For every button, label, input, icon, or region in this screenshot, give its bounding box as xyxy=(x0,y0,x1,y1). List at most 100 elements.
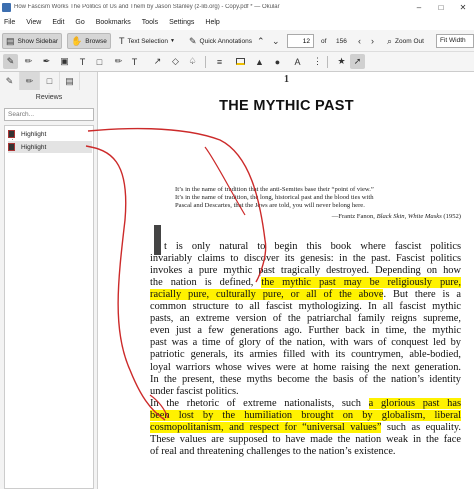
shape-icon[interactable]: ◇ xyxy=(168,54,183,69)
toolbar-separator xyxy=(205,56,206,68)
sidebar-icon: ▤ xyxy=(6,35,15,46)
highlight-annotation-icon xyxy=(8,130,15,138)
body-line: racially pure, culturally pure, or all o… xyxy=(150,289,461,301)
next-page-button[interactable]: ⌄ xyxy=(269,33,286,49)
fill-color-icon[interactable]: ▲ xyxy=(252,54,267,69)
menu-help[interactable]: Help xyxy=(205,19,219,26)
quick-annotations-button[interactable]: ✎ Quick Annotations xyxy=(186,33,255,49)
typewriter-icon[interactable]: T xyxy=(75,54,90,69)
body-text-span: These values are supposed to have made t… xyxy=(150,433,461,445)
show-sidebar-button[interactable]: ▤ Show Sidebar xyxy=(2,33,62,49)
body-text-span: of real and threatening challenges to th… xyxy=(150,445,396,457)
body-text-span: . But there is a xyxy=(383,289,461,301)
document-page[interactable]: 1 THE MYTHIC PAST It’s in the name of tr… xyxy=(99,72,474,489)
menu-view[interactable]: View xyxy=(26,19,41,26)
toolbar-separator xyxy=(327,56,328,68)
close-button[interactable]: ✕ xyxy=(452,3,474,12)
bookmarks-icon[interactable]: □ xyxy=(40,72,60,90)
pen-icon: ✎ xyxy=(189,35,197,46)
chevron-right-icon: › xyxy=(371,36,374,46)
note-icon[interactable]: ▣ xyxy=(57,54,72,69)
review-item-highlight-2[interactable]: Highlight xyxy=(8,141,92,153)
attribution-prefix: —Frantz Fanon, xyxy=(331,213,377,220)
color-icon[interactable] xyxy=(233,54,248,69)
highlighted-text: cosmopolitanism, and respect for “univer… xyxy=(150,421,382,433)
highlighted-text: racially pure, culturally pure, or all o… xyxy=(150,289,384,301)
chapter-title: THE MYTHIC PAST xyxy=(219,98,354,114)
highlighter-pen-icon[interactable]: ✏ xyxy=(111,54,126,69)
more-options-icon[interactable]: ⋮ xyxy=(310,54,325,69)
okular-app-icon xyxy=(2,2,11,12)
line-width-icon[interactable]: ≡ xyxy=(212,54,227,69)
review-item-highlight-1[interactable]: Highlight xyxy=(8,128,92,140)
maximize-button[interactable]: □ xyxy=(430,3,452,12)
arrow-icon[interactable]: ↗ xyxy=(150,54,165,69)
layers-icon[interactable]: ▤ xyxy=(60,72,80,90)
body-line: loyal warriors whose wives were at home … xyxy=(150,362,461,374)
text-selection-label: Text Selection xyxy=(127,37,168,45)
body-text-span: common structure to all fascist mytholog… xyxy=(150,301,461,313)
text-annotation-icon[interactable]: T xyxy=(127,54,142,69)
text-selection-button[interactable]: T Text Selection ▼ xyxy=(116,33,178,49)
body-line: pasts, an extreme version of the patriar… xyxy=(150,313,461,325)
body-line: patriotic generals, its armies filled wi… xyxy=(150,349,461,361)
main-toolbar: ▤ Show Sidebar ✋ Browse T Text Selection… xyxy=(0,30,474,52)
ink-icon[interactable]: ✒ xyxy=(39,54,54,69)
epigraph-line: It’s in the name of tradition, the long,… xyxy=(175,194,374,202)
title-bar: How Fascism Works The Politics of Us and… xyxy=(0,0,474,14)
body-text-span: invokes a pure mythic past tragically de… xyxy=(150,265,461,277)
body-line: been lost by the humiliation brought on … xyxy=(150,409,461,422)
body-text-span: past was a time of glory of the nation, … xyxy=(150,337,461,349)
pen-tool-icon[interactable]: ✎ xyxy=(3,54,18,69)
show-sidebar-label: Show Sidebar xyxy=(17,37,58,45)
epigraph-line: Pascal and Descartes, that the Jews are … xyxy=(175,202,365,210)
chevron-down-icon: ⌄ xyxy=(272,35,280,46)
chevron-left-icon: ‹ xyxy=(358,36,361,46)
page-number-input[interactable] xyxy=(287,34,314,48)
attribution-title: Black Skin, White Masks xyxy=(376,213,442,220)
minimize-button[interactable]: – xyxy=(408,3,430,12)
drop-cap xyxy=(154,225,161,255)
highlighter-icon[interactable]: ✏ xyxy=(21,54,36,69)
zoom-out-button[interactable]: ⌕ Zoom Out xyxy=(384,33,427,49)
menu-edit[interactable]: Edit xyxy=(52,19,64,26)
body-line: In the rhetoric of extreme nationalists,… xyxy=(150,397,461,410)
page-number: 1 xyxy=(284,74,289,85)
thumbnails-icon[interactable]: ✎ xyxy=(0,72,20,90)
sidebar-tabs: ✎ ✏ □ ▤ xyxy=(0,72,98,90)
body-line: cosmopolitanism, and respect for “univer… xyxy=(150,421,461,434)
highlight-annotation-icon xyxy=(8,143,15,151)
reviews-search-input[interactable] xyxy=(4,108,94,121)
favorite-star-icon[interactable]: ★ xyxy=(334,54,349,69)
body-text-span: even just a few generations ago. Further… xyxy=(150,325,461,337)
browse-button[interactable]: ✋ Browse xyxy=(67,33,111,49)
highlighted-text: been lost by the humiliation brought on … xyxy=(150,409,461,421)
pin-icon[interactable]: ➚ xyxy=(350,54,365,69)
highlighted-text: the mythic past may be religiously pure, xyxy=(261,277,462,289)
annotations-icon[interactable]: ✏ xyxy=(20,72,40,90)
menu-bookmarks[interactable]: Bookmarks xyxy=(96,19,131,26)
opacity-icon[interactable]: ● xyxy=(270,54,285,69)
zoom-mode-select[interactable]: Fit Width xyxy=(436,34,474,48)
body-line: invariably claims to discover its genesi… xyxy=(150,253,461,265)
quick-annotations-label: Quick Annotations xyxy=(199,37,252,45)
body-text-span: In the rhetoric of extreme nationalists,… xyxy=(150,397,369,409)
review-item-label: Highlight xyxy=(21,130,47,138)
body-line: t is only natural to begin this book whe… xyxy=(164,241,461,253)
stamp-icon[interactable]: ♤ xyxy=(185,54,200,69)
body-line: In the present, these myths become the b… xyxy=(150,374,461,386)
body-text-span: t is only natural to begin this book whe… xyxy=(164,241,461,252)
font-icon[interactable]: A xyxy=(290,54,305,69)
previous-view-button[interactable]: ‹ xyxy=(355,33,367,49)
comment-icon[interactable]: □ xyxy=(92,54,107,69)
zoom-out-icon: ⌕ xyxy=(387,35,393,46)
chevron-down-icon: ▼ xyxy=(169,38,175,44)
menu-tools[interactable]: Tools xyxy=(142,19,158,26)
next-view-button[interactable]: › xyxy=(368,33,380,49)
menu-file[interactable]: File xyxy=(4,19,15,26)
menu-go[interactable]: Go xyxy=(75,19,84,26)
menu-settings[interactable]: Settings xyxy=(169,19,194,26)
browse-label: Browse xyxy=(85,37,107,45)
body-text-span: under fascist politics. xyxy=(150,385,239,397)
body-line: common structure to all fascist mytholog… xyxy=(150,301,461,313)
